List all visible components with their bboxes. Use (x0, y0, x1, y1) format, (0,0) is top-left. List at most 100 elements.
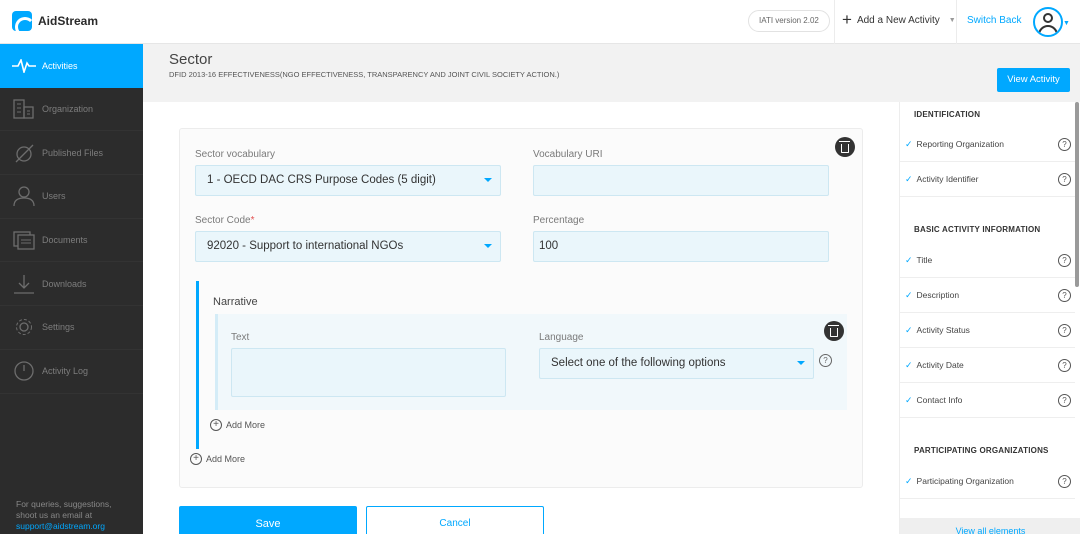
sidebar-item-users[interactable]: Users (0, 175, 143, 219)
check-icon: ✓ (905, 394, 913, 405)
sidebar-item-label: Settings (42, 322, 75, 333)
help-icon[interactable]: ? (1058, 289, 1071, 302)
sidebar-item-documents[interactable]: Documents (0, 219, 143, 263)
narrative-item: Text Language Select one of the followin… (215, 314, 847, 410)
sidebar-item-activity-log[interactable]: Activity Log (0, 350, 143, 394)
sector-vocabulary-label: Sector vocabulary (195, 149, 276, 160)
avatar[interactable] (1033, 7, 1063, 37)
sidebar-item-label: Downloads (42, 278, 87, 289)
chevron-down-icon (484, 244, 492, 248)
help-icon[interactable]: ? (1058, 359, 1071, 372)
sidebar-item-label: Activities (42, 60, 78, 71)
section-heading-participating-organizations: PARTICIPATING ORGANIZATIONS (914, 446, 1049, 455)
element-link-title[interactable]: ✓ Title ? (900, 243, 1075, 278)
add-more-label: Add More (206, 454, 246, 464)
sidebar-footer: For queries, suggestions, shoot us an em… (16, 499, 136, 532)
view-activity-button[interactable]: View Activity (997, 68, 1070, 92)
help-icon[interactable]: ? (1058, 173, 1071, 186)
sidebar-item-label: Users (42, 191, 66, 202)
add-more-narrative-button[interactable]: + Add More (210, 419, 265, 431)
element-label: Contact Info (916, 395, 963, 405)
percentage-input[interactable]: 100 (533, 231, 829, 262)
sidebar-item-label: Published Files (42, 147, 104, 158)
delete-narrative-button[interactable] (824, 321, 844, 341)
sector-form-card: Sector vocabulary 1 - OECD DAC CRS Purpo… (179, 128, 863, 488)
sidebar-item-label: Organization (42, 104, 94, 115)
narrative-block: Narrative Text Language Select one of th… (196, 281, 848, 449)
trash-icon (828, 324, 839, 337)
cancel-button[interactable]: Cancel (366, 506, 544, 534)
sector-vocabulary-select[interactable]: 1 - OECD DAC CRS Purpose Codes (5 digit) (195, 165, 501, 196)
plus-circle-icon: + (210, 419, 222, 431)
delete-sector-button[interactable] (835, 137, 855, 157)
sidebar-item-organization[interactable]: Organization (0, 88, 143, 132)
sidebar-item-published-files[interactable]: Published Files (0, 131, 143, 176)
switch-back-link[interactable]: Switch Back (967, 15, 1021, 26)
element-link-description[interactable]: ✓ Description ? (900, 278, 1075, 313)
help-icon[interactable]: ? (1058, 254, 1071, 267)
sector-vocabulary-value: 1 - OECD DAC CRS Purpose Codes (5 digit) (207, 174, 436, 186)
sector-code-value: 92020 - Support to international NGOs (207, 240, 404, 252)
element-label: Activity Date (916, 360, 964, 370)
vocabulary-uri-label: Vocabulary URI (533, 149, 603, 160)
published-files-icon (12, 143, 36, 163)
element-label: Title (916, 255, 933, 265)
help-icon[interactable]: ? (1058, 475, 1071, 488)
section-heading-identification: IDENTIFICATION (914, 110, 981, 119)
vocabulary-uri-input[interactable] (533, 165, 829, 196)
add-more-label: Add More (226, 420, 266, 430)
view-all-elements-link[interactable]: View all elements (900, 518, 1080, 534)
add-more-sector-button[interactable]: + Add More (190, 453, 245, 465)
chevron-down-icon[interactable]: ▼ (1063, 20, 1070, 27)
add-new-activity-button[interactable]: + Add a New Activity ▼ (842, 11, 956, 28)
clock-icon (12, 361, 36, 381)
plus-circle-icon: + (190, 453, 202, 465)
building-icon (12, 99, 36, 119)
pulse-icon (12, 56, 36, 76)
help-icon[interactable]: ? (1058, 394, 1071, 407)
save-button[interactable]: Save (179, 506, 357, 534)
iati-version-badge: IATI version 2.02 (748, 10, 830, 32)
element-link-activity-date[interactable]: ✓ Activity Date ? (900, 348, 1075, 383)
avatar-body (1038, 25, 1058, 35)
element-link-activity-status[interactable]: ✓ Activity Status ? (900, 313, 1075, 348)
narrative-title: Narrative (213, 296, 258, 308)
element-label: Reporting Organization (916, 139, 1004, 149)
help-icon[interactable]: ? (1058, 138, 1071, 151)
narrative-text-input[interactable] (231, 348, 506, 397)
element-link-reporting-organization[interactable]: ✓ Reporting Organization ? (900, 127, 1075, 162)
page-title: Sector (169, 51, 213, 68)
help-icon[interactable]: ? (819, 354, 832, 367)
check-icon: ✓ (905, 359, 913, 370)
element-link-participating-organization[interactable]: ✓ Participating Organization ? (900, 464, 1075, 499)
avatar-head (1043, 13, 1053, 23)
element-link-contact-info[interactable]: ✓ Contact Info ? (900, 383, 1075, 418)
scrollbar[interactable] (1075, 102, 1079, 287)
check-icon: ✓ (905, 475, 913, 486)
sidebar-item-settings[interactable]: Settings (0, 306, 143, 350)
chevron-down-icon (797, 361, 805, 365)
sidebar-item-activities[interactable]: Activities (0, 44, 143, 88)
logo-icon (12, 11, 32, 31)
activity-title: DFID 2013-16 EFFECTIVENESS(NGO EFFECTIVE… (169, 70, 560, 79)
elements-panel: IDENTIFICATION ✓ Reporting Organization … (899, 102, 1080, 534)
support-email-link[interactable]: support@aidstream.org (16, 521, 136, 532)
check-icon: ✓ (905, 138, 913, 149)
page-header: Sector DFID 2013-16 EFFECTIVENESS(NGO EF… (143, 44, 1080, 102)
sector-code-label: Sector Code* (195, 215, 255, 226)
sidebar-item-downloads[interactable]: Downloads (0, 262, 143, 307)
aidstream-logo[interactable]: AidStream (12, 11, 98, 31)
sector-code-select[interactable]: 92020 - Support to international NGOs (195, 231, 501, 262)
sidebar-item-label: Documents (42, 235, 88, 246)
check-icon: ✓ (905, 173, 913, 184)
element-label: Activity Identifier (916, 174, 979, 184)
top-bar: AidStream IATI version 2.02 + Add a New … (0, 0, 1080, 44)
sidebar: Activities Organization Published Files … (0, 44, 143, 534)
element-link-activity-identifier[interactable]: ✓ Activity Identifier ? (900, 162, 1075, 197)
element-label: Participating Organization (916, 476, 1014, 486)
help-icon[interactable]: ? (1058, 324, 1071, 337)
language-select[interactable]: Select one of the following options (539, 348, 814, 379)
language-label: Language (539, 332, 584, 343)
user-icon (12, 186, 36, 207)
sector-code-label-text: Sector Code (195, 215, 251, 226)
